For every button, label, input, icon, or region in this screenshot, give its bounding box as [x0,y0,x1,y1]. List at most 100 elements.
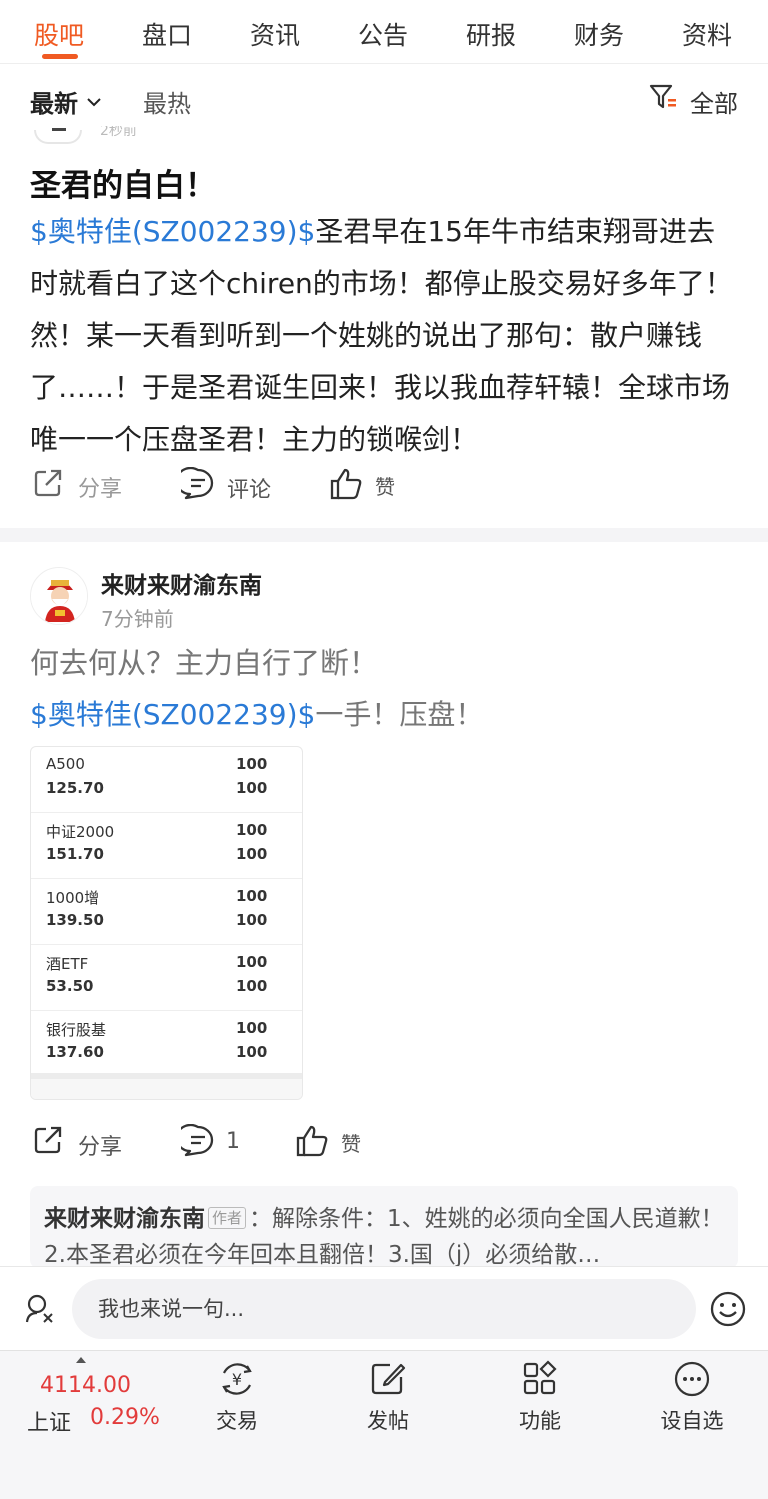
comment-icon [181,467,214,500]
comment-input[interactable] [72,1279,696,1339]
table-cell-qty: 100 [236,779,268,797]
tab-finance[interactable]: 财务 [574,16,624,52]
tab-announcements[interactable]: 公告 [358,16,408,52]
table-cell-price: 137.60 [46,1043,104,1061]
table-cell-name: 中证2000 [46,823,115,841]
share-label: 分享 [78,477,123,502]
table-cell-qty: 100 [236,911,268,929]
share-icon [34,1126,62,1154]
post-time: 7分钟前 [101,607,174,631]
table-row: 1000增 139.50 100 100 [31,879,302,945]
table-cell-name: 酒ETF [46,955,89,973]
fortune-god-avatar-icon [31,568,87,624]
like-label: 赞 [341,1132,361,1156]
stock-link[interactable]: $奥特佳(SZ002239)$ [30,215,315,248]
index-quote[interactable]: 4114.00 上证 0.29% [0,1351,180,1451]
chevron-down-icon [87,98,102,107]
comment-label: 评论 [227,478,272,503]
up-arrow-icon [76,1357,86,1363]
post-body-text: 圣君早在15年牛市结束翔哥进去时就看白了这个chiren的市场！都停止股交易好多… [30,215,733,456]
table-cell-price: 139.50 [46,911,104,929]
nav-add-watchlist[interactable]: 设自选 [644,1359,740,1439]
sort-bar: 最新 最热 全部 [0,64,768,130]
nav-trade-label: 交易 [216,1409,258,1433]
table-row: 酒ETF 53.50 100 100 [31,945,302,1011]
index-price: 4114.00 [40,1373,131,1398]
table-cell-price: 125.70 [46,779,104,797]
table-row: 中证2000 151.70 100 100 [31,813,302,879]
post-image[interactable]: A500 125.70 100 100 中证2000 151.70 100 10… [30,746,303,1100]
like-button[interactable]: 赞 [295,1124,375,1160]
author-badge: 作者 [208,1207,247,1229]
post-title[interactable]: 圣君的自白！ [30,160,216,205]
comment-author[interactable]: 来财来财渝东南 [44,1206,205,1232]
post-time: 2秒前 [100,126,137,139]
comment-icon [181,1124,214,1157]
author-name[interactable]: 来财来财渝东南 [101,566,262,600]
post-body-text: 一手！压盘！ [315,698,484,731]
user-search-icon[interactable] [24,1292,58,1326]
tab-pankou[interactable]: 盘口 [142,16,192,52]
post-title[interactable]: 何去何从？主力自行了断！ [30,640,378,682]
like-button[interactable]: 赞 [329,467,409,503]
tab-guba[interactable]: 股吧 [34,16,84,52]
compose-icon [371,1363,406,1395]
thumbs-up-icon [296,1125,328,1157]
post-body[interactable]: $奥特佳(SZ002239)$圣君早在15年牛市结束翔哥进去时就看白了这个chi… [30,206,742,466]
table-footer [31,1073,302,1099]
sort-hot-button[interactable]: 最热 [143,84,191,119]
apps-icon [523,1360,557,1395]
share-button[interactable]: 分享 [32,1124,142,1160]
table-row: A500 125.70 100 100 [31,747,302,813]
filter-icon [649,84,676,109]
sort-latest-label: 最新 [30,90,78,118]
share-icon [34,469,62,497]
nav-trade[interactable]: ¥ 交易 [189,1359,285,1439]
table-cell-qty: 100 [236,845,268,863]
tab-profile[interactable]: 资料 [682,16,732,52]
comment-count: 1 [226,1129,240,1154]
post-body[interactable]: $奥特佳(SZ002239)$一手！压盘！ [30,693,483,733]
active-tab-indicator [42,54,78,59]
comment-button[interactable]: 1 [181,1124,261,1160]
table-cell-name: 1000增 [46,889,100,907]
more-icon [674,1361,710,1397]
table-cell-qty: 100 [236,1019,268,1037]
share-label: 分享 [78,1135,123,1160]
svg-text:¥: ¥ [232,1370,242,1389]
table-cell-qty: 100 [236,755,268,773]
table-cell-name: A500 [46,755,85,773]
table-row: 银行股基 137.60 100 100 [31,1011,302,1077]
comment-preview[interactable]: 来财来财渝东南 作者 ：解除条件：1、姓姚的必须向全国人民道歉！2.本圣君必须在今年… [30,1186,738,1268]
index-change-percent: 0.29% [90,1405,160,1430]
nav-compose[interactable]: 发帖 [340,1359,436,1439]
nav-functions[interactable]: 功能 [492,1359,588,1439]
table-cell-qty: 100 [236,821,268,839]
emoji-icon[interactable] [709,1290,747,1328]
stock-link[interactable]: $奥特佳(SZ002239)$ [30,698,315,731]
table-cell-qty: 100 [236,977,268,995]
comment-button[interactable]: 评论 [181,467,291,503]
thumbs-up-icon [330,468,362,500]
share-button[interactable]: 分享 [32,467,142,503]
avatar[interactable] [34,128,82,144]
comment-preview-text: 来财来财渝东南 作者 ：解除条件：1、姓姚的必须向全国人民道歉！2.本圣君必须在今年… [44,1201,728,1268]
tab-news[interactable]: 资讯 [250,16,300,52]
table-cell-price: 53.50 [46,977,94,995]
avatar[interactable] [30,567,88,625]
trade-icon: ¥ [222,1363,252,1395]
table-cell-qty: 100 [236,887,268,905]
table-cell-price: 151.70 [46,845,104,863]
top-tab-bar: 股吧 盘口 资讯 公告 研报 财务 资料 [0,0,768,64]
bottom-nav: 4114.00 上证 0.29% ¥ 交易 发帖 功能 设自选 [0,1350,768,1499]
nav-compose-label: 发帖 [367,1409,409,1433]
comment-input-bar [0,1266,768,1350]
tab-research[interactable]: 研报 [466,16,516,52]
table-cell-qty: 100 [236,953,268,971]
post-divider [0,528,768,542]
table-cell-qty: 100 [236,1043,268,1061]
sort-latest-button[interactable]: 最新 [30,84,102,119]
nav-functions-label: 功能 [519,1409,561,1433]
like-label: 赞 [375,475,395,499]
table-cell-name: 银行股基 [46,1021,107,1039]
